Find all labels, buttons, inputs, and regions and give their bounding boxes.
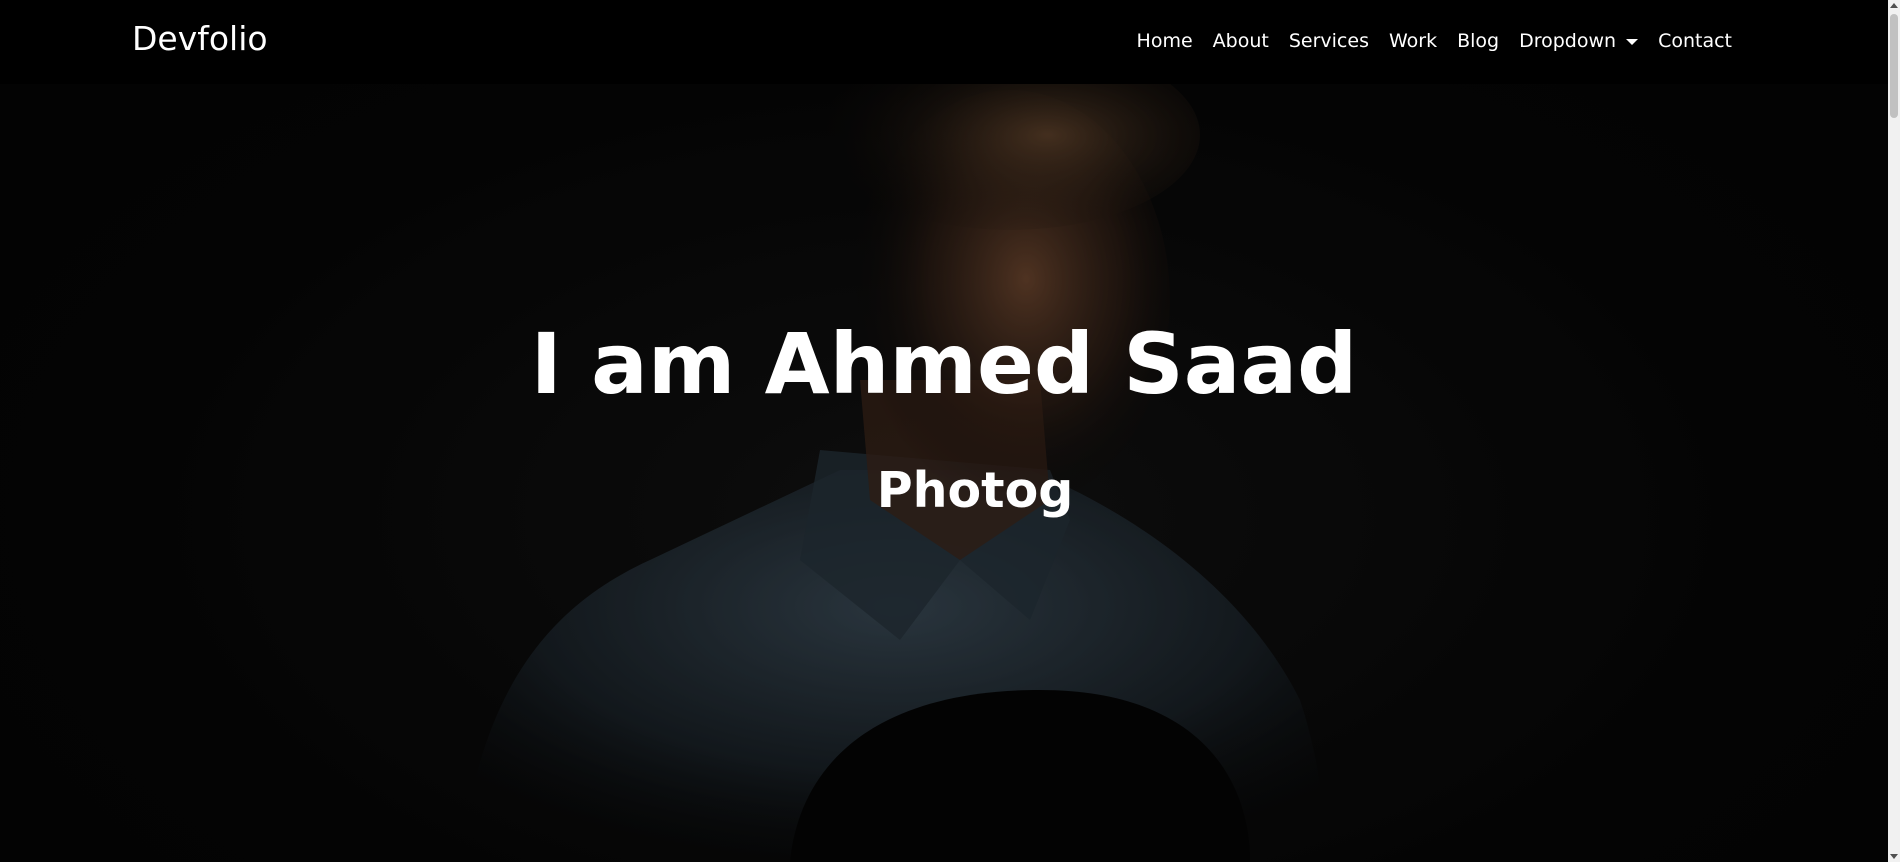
nav-links: Home About Services Work Blog Dropdown C… — [1127, 30, 1742, 52]
nav-link-dropdown[interactable]: Dropdown — [1509, 30, 1648, 52]
hero-title: I am Ahmed Saad — [530, 315, 1358, 413]
nav-link-about[interactable]: About — [1203, 30, 1279, 52]
arrow-down-icon[interactable] — [1890, 854, 1898, 859]
scrollbar-thumb[interactable] — [1890, 14, 1898, 118]
nav-link-work[interactable]: Work — [1379, 30, 1447, 52]
hero-subtitle: Photog — [876, 462, 1074, 519]
nav-link-home[interactable]: Home — [1127, 30, 1203, 52]
hero-section — [0, 0, 1888, 862]
nav-link-contact[interactable]: Contact — [1648, 30, 1742, 52]
arrow-up-icon[interactable] — [1890, 3, 1898, 8]
brand-logo[interactable]: Devfolio — [132, 19, 268, 58]
nav-link-blog[interactable]: Blog — [1447, 30, 1509, 52]
nav-link-services[interactable]: Services — [1279, 30, 1379, 52]
page: Devfolio Home About Services Work Blog D… — [0, 0, 1900, 862]
nav-link-dropdown-label: Dropdown — [1519, 30, 1617, 52]
caret-down-icon — [1626, 39, 1639, 45]
hero-overlay — [0, 0, 1888, 862]
navbar: Devfolio Home About Services Work Blog D… — [0, 0, 1888, 84]
vertical-scrollbar[interactable] — [1888, 0, 1900, 862]
